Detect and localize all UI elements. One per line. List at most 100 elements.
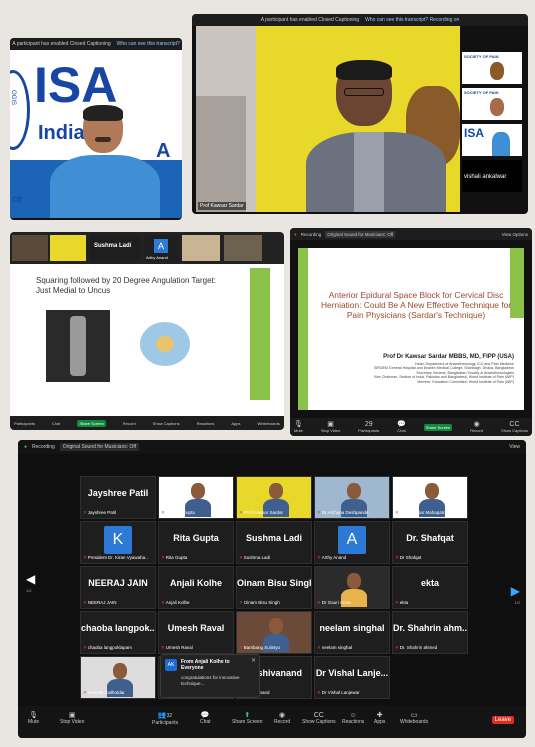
speaker-person	[50, 105, 160, 218]
participant-label: ✕Prof Kawsar Sardar	[239, 510, 284, 515]
meeting-toolbar: 🎙 Mute ▣ Stop Video 👥32 Participants 💬 Chat …	[18, 706, 526, 738]
original-sound-toggle[interactable]: Original Sound for Musicians: Off	[59, 443, 140, 451]
participant-tile[interactable]: Oinam Bisu Singh ✕Oinam Bisu Singh	[236, 566, 312, 609]
speaker-person	[306, 60, 446, 212]
chat-from: From Anjali Kolhe to Everyone	[181, 659, 230, 671]
chat-notification[interactable]: AK From Anjali Kolhe to Everyone congrat…	[160, 654, 260, 698]
chat-avatar-badge: AK	[165, 659, 177, 671]
participant-tile[interactable]: chaoba langpok... ✕chaoba langpoklapam	[80, 611, 156, 654]
participant-tile[interactable]: Dr. Shafqat ✕Dr Shafqat	[392, 521, 468, 564]
mic-muted-icon: ✕	[317, 600, 321, 605]
participants-button[interactable]: 29 Participants	[358, 421, 379, 433]
mic-muted-icon: ✕	[395, 555, 399, 560]
participant-name: Oinam Bisu Singh	[237, 578, 311, 589]
recording-bar: ● Recording Original Sound for Musicians…	[290, 228, 532, 240]
participant-tile[interactable]: Rita Gupta ✕Rita Gupta	[158, 521, 234, 564]
recording-indicator: Recording	[32, 444, 55, 450]
mic-muted-icon: ✕	[83, 600, 87, 605]
share-screen-button[interactable]: Share Screen	[423, 423, 453, 431]
slide: Squaring followed by 20 Degree Angulatio…	[18, 268, 270, 400]
caption-banner-link[interactable]: Who can see this transcript? Recording o…	[365, 17, 459, 23]
participant-tile[interactable]: neelam singhal ✕neelam singhal	[314, 611, 390, 654]
participant-tile[interactable]: Sushma Ladi ✕Sushma Ladi	[236, 521, 312, 564]
captions-button[interactable]: Show Captions	[153, 421, 180, 426]
chat-button[interactable]: 💬 Chat	[200, 712, 211, 725]
participant-tile[interactable]: Dr Vishal Lanje... ✕Dr Vishal Lanjewar	[314, 656, 390, 699]
avatar: A	[338, 526, 366, 555]
share-screen-button[interactable]: Share Screen	[77, 419, 106, 427]
zoom-window-top-right: A participant has enabled Closed Caption…	[192, 14, 528, 214]
participant-tile[interactable]: Anjali Kolhe ✕Anjali Kolhe	[158, 566, 234, 609]
caption-banner-link[interactable]: Who can see this transcript?	[117, 41, 180, 47]
mic-muted-icon: ✕	[317, 645, 321, 650]
participant-name: Dr. Shafqat	[406, 533, 454, 544]
reactions-button[interactable]: ☺ Reactions	[342, 712, 364, 725]
view-button[interactable]: View	[509, 444, 520, 450]
participant-label: ✕Jayshree Patil	[83, 510, 117, 515]
participant-label: ✕Dr. Shahrin ahmed	[395, 645, 438, 650]
participant-tile[interactable]: A ✕Arthy Anand	[314, 521, 390, 564]
apps-button[interactable]: Apps	[231, 421, 240, 426]
participant-label: ✕Arthy Anand	[317, 555, 347, 560]
mic-muted-icon: ✕	[317, 690, 321, 695]
whiteboards-button[interactable]: Whiteboards	[257, 421, 279, 426]
mic-muted-icon: ✕	[161, 645, 165, 650]
participant-name: Sushma Ladi	[245, 533, 302, 544]
participant-name: Anjali Kolhe	[169, 578, 222, 589]
stop-video-button[interactable]: ▣ Stop Video	[60, 712, 84, 725]
participant-tile[interactable]: ✕Dr Archana Deshpande	[314, 476, 390, 519]
share-screen-button[interactable]: ⬆ Share Screen	[232, 712, 263, 725]
original-sound-toggle[interactable]: Original Sound for Musicians: Off	[325, 230, 396, 238]
isa-seal-text: OGIS	[10, 90, 16, 106]
participant-tile[interactable]: K ✕President Dr. Kiran Vyawaha...	[80, 521, 156, 564]
next-page-arrow[interactable]: ▶	[511, 584, 520, 598]
whiteboards-button[interactable]: ▭ Whiteboards	[400, 712, 428, 725]
caption-banner-text: A participant has enabled Closed Caption…	[12, 41, 111, 47]
mic-muted-icon: ✕	[83, 510, 87, 515]
participant-label: ✕chaoba langpoklapam	[83, 645, 132, 650]
mute-button[interactable]: 🎙 Mute	[28, 712, 39, 725]
participant-tile[interactable]: Dr. Shahrin ahm... ✕Dr. Shahrin ahmed	[392, 611, 468, 654]
participant-tile[interactable]: Jayshree Patil ✕Jayshree Patil	[80, 476, 156, 519]
participant-tile[interactable]: ✕Prof Kawsar Mahapatra	[392, 476, 468, 519]
participants-button[interactable]: 👥32 Participants	[152, 712, 178, 726]
participant-tile[interactable]: ekta ✕ekta	[392, 566, 468, 609]
recording-indicator: Recording	[300, 231, 322, 237]
participant-label: ✕Dr Vishal Lanjewar	[317, 690, 360, 695]
record-button[interactable]: Record	[123, 421, 136, 426]
stop-video-button[interactable]: ▣ Stop Video	[321, 421, 341, 433]
participants-button[interactable]: Participants	[14, 421, 35, 426]
presenter-name: Prof Dr Kawsar Sardar MBBS, MD, FIPP (US…	[383, 354, 514, 360]
thumb-a	[12, 235, 48, 261]
next-page-label: 1/2	[514, 600, 520, 605]
view-options-button[interactable]: View Options	[502, 232, 528, 237]
meeting-toolbar: Participants Chat Share Screen Record Sh…	[10, 416, 284, 430]
chat-button[interactable]: Chat	[52, 421, 60, 426]
participant-tile[interactable]: ✕Sumitra Gupta	[158, 476, 234, 519]
prev-page-arrow[interactable]: ◀	[26, 572, 35, 586]
record-button[interactable]: ◉ Record	[470, 421, 483, 433]
zoom-window-mid-left: Sushma Ladi A Arthy Anand Squaring follo…	[10, 232, 284, 430]
participant-tile[interactable]: Umesh Raval ✕Umesh Raval	[158, 611, 234, 654]
mic-muted-icon: ✕	[83, 690, 87, 695]
participant-tile[interactable]: ✕Prof Kawsar Sardar	[236, 476, 312, 519]
close-icon[interactable]: ✕	[251, 657, 256, 664]
mute-button[interactable]: 🎙 Mute	[294, 421, 303, 433]
participant-tile[interactable]: ✕Bambang Sulistyo	[236, 611, 312, 654]
participant-tile[interactable]: NEERAJ JAIN ✕NEERAJ JAIN	[80, 566, 156, 609]
participant-tile[interactable]: ✕Dr Gauri Arora	[314, 566, 390, 609]
slide-green-accent	[250, 268, 270, 400]
apps-button[interactable]: ✚ Apps	[374, 712, 385, 725]
leave-button[interactable]: Leave	[491, 716, 514, 724]
spine-illustration	[130, 312, 200, 378]
chat-button[interactable]: 💬 Chat	[397, 421, 406, 433]
mic-muted-icon: ✕	[161, 555, 165, 560]
participant-name: chaoba langpok...	[81, 623, 155, 634]
record-button[interactable]: ◉ Record	[274, 712, 290, 725]
participant-label: ✕President Dr. Kiran Vyawaha...	[83, 555, 149, 560]
participant-tile[interactable]: ✕neelesh malhotdar	[80, 656, 156, 699]
captions-button[interactable]: CC Show Captions	[302, 712, 336, 725]
reactions-button[interactable]: Reactions	[197, 421, 215, 426]
isa-seal-text2: ce	[12, 194, 23, 205]
captions-button[interactable]: CC Show Captions	[501, 421, 528, 433]
